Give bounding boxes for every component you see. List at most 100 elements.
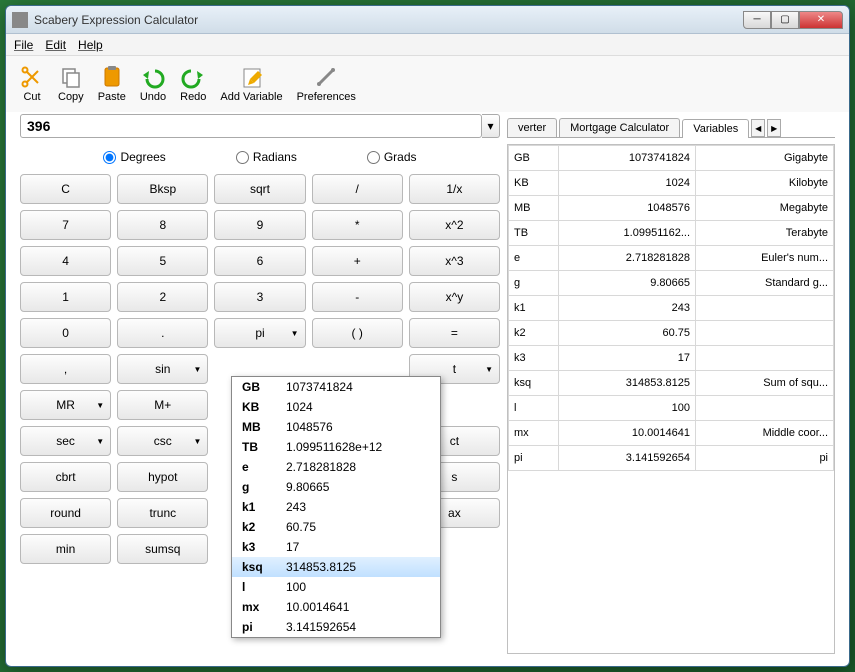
key-9[interactable]: 9 (214, 210, 305, 240)
preferences-button[interactable]: Preferences (297, 65, 356, 103)
chevron-down-icon: ▼ (193, 365, 201, 374)
radians-radio[interactable]: Radians (236, 150, 297, 164)
dropdown-item[interactable]: pi3.141592654 (232, 617, 440, 637)
table-row[interactable]: g9.80665Standard g... (509, 271, 834, 296)
dropdown-item[interactable]: k317 (232, 537, 440, 557)
menu-file[interactable]: File (14, 38, 33, 52)
key-cbrt[interactable]: cbrt (20, 462, 111, 492)
table-row[interactable]: ksq314853.8125Sum of squ... (509, 371, 834, 396)
key-round[interactable]: round (20, 498, 111, 528)
close-button[interactable]: ✕ (799, 11, 843, 29)
dropdown-item[interactable]: e2.718281828 (232, 457, 440, 477)
expression-input[interactable] (20, 114, 482, 138)
key-2[interactable]: 2 (117, 282, 208, 312)
key-8[interactable]: 8 (117, 210, 208, 240)
tab-mortgage[interactable]: Mortgage Calculator (559, 118, 680, 137)
chevron-down-icon: ▼ (291, 329, 299, 338)
table-row[interactable]: MB1048576Megabyte (509, 196, 834, 221)
table-row[interactable]: l100 (509, 396, 834, 421)
grads-radio[interactable]: Grads (367, 150, 417, 164)
paste-button[interactable]: Paste (98, 65, 126, 103)
key-3[interactable]: 3 (214, 282, 305, 312)
key-0[interactable]: 0 (20, 318, 111, 348)
key-mr[interactable]: MR▼ (20, 390, 111, 420)
table-row[interactable]: k260.75 (509, 321, 834, 346)
key-1[interactable]: 1 (20, 282, 111, 312)
key-mplus[interactable]: M+ (117, 390, 208, 420)
key-c[interactable]: C (20, 174, 111, 204)
cut-button[interactable]: Cut (20, 65, 44, 103)
scissors-icon (20, 65, 44, 89)
key-add[interactable]: + (312, 246, 403, 276)
expression-dropdown-button[interactable]: ▾ (482, 114, 500, 138)
toolbar: Cut Copy Paste Undo Redo Add Variable Pr… (6, 56, 849, 112)
dropdown-item[interactable]: k1243 (232, 497, 440, 517)
table-row[interactable]: GB1073741824Gigabyte (509, 146, 834, 171)
menu-edit[interactable]: Edit (45, 38, 66, 52)
dropdown-item[interactable]: mx10.0014641 (232, 597, 440, 617)
right-panel: verter Mortgage Calculator Variables ◀ ▶… (506, 114, 835, 654)
tab-variables[interactable]: Variables (682, 119, 749, 138)
dropdown-item[interactable]: KB1024 (232, 397, 440, 417)
key-hypot[interactable]: hypot (117, 462, 208, 492)
dropdown-item[interactable]: TB1.099511628e+12 (232, 437, 440, 457)
key-comma[interactable]: , (20, 354, 111, 384)
titlebar[interactable]: Scabery Expression Calculator ─ ▢ ✕ (6, 6, 849, 34)
key-min[interactable]: min (20, 534, 111, 564)
table-row[interactable]: pi3.141592654pi (509, 446, 834, 471)
key-inv[interactable]: 1/x (409, 174, 500, 204)
dropdown-item[interactable]: g9.80665 (232, 477, 440, 497)
key-bksp[interactable]: Bksp (117, 174, 208, 204)
dropdown-item[interactable]: MB1048576 (232, 417, 440, 437)
table-row[interactable]: e2.718281828Euler's num... (509, 246, 834, 271)
minimize-button[interactable]: ─ (743, 11, 771, 29)
dropdown-item[interactable]: ksq314853.8125 (232, 557, 440, 577)
tab-bar: verter Mortgage Calculator Variables ◀ ▶ (507, 114, 835, 138)
clipboard-icon (100, 65, 124, 89)
key-div[interactable]: / (312, 174, 403, 204)
key-sub[interactable]: - (312, 282, 403, 312)
menu-help[interactable]: Help (78, 38, 103, 52)
variables-table[interactable]: GB1073741824GigabyteKB1024KilobyteMB1048… (507, 144, 835, 654)
key-x3[interactable]: x^3 (409, 246, 500, 276)
degrees-radio[interactable]: Degrees (103, 150, 165, 164)
add-variable-button[interactable]: Add Variable (220, 65, 282, 103)
pi-dropdown-menu[interactable]: GB1073741824KB1024MB1048576TB1.099511628… (231, 376, 441, 638)
redo-icon (181, 65, 205, 89)
key-trunc[interactable]: trunc (117, 498, 208, 528)
chevron-down-icon: ▼ (96, 437, 104, 446)
dropdown-item[interactable]: k260.75 (232, 517, 440, 537)
dropdown-item[interactable]: l100 (232, 577, 440, 597)
key-pi[interactable]: pi▼ (214, 318, 305, 348)
copy-button[interactable]: Copy (58, 65, 84, 103)
key-sumsq[interactable]: sumsq (117, 534, 208, 564)
key-xy[interactable]: x^y (409, 282, 500, 312)
chevron-down-icon: ▼ (193, 437, 201, 446)
table-row[interactable]: KB1024Kilobyte (509, 171, 834, 196)
key-mul[interactable]: * (312, 210, 403, 240)
key-dot[interactable]: . (117, 318, 208, 348)
angle-mode-group: Degrees Radians Grads (20, 146, 500, 174)
table-row[interactable]: k1243 (509, 296, 834, 321)
tab-scroll-right[interactable]: ▶ (767, 119, 781, 137)
key-eq[interactable]: = (409, 318, 500, 348)
key-x2[interactable]: x^2 (409, 210, 500, 240)
key-6[interactable]: 6 (214, 246, 305, 276)
key-5[interactable]: 5 (117, 246, 208, 276)
key-7[interactable]: 7 (20, 210, 111, 240)
redo-button[interactable]: Redo (180, 65, 206, 103)
table-row[interactable]: TB1.09951162...Terabyte (509, 221, 834, 246)
key-csc[interactable]: csc▼ (117, 426, 208, 456)
key-sqrt[interactable]: sqrt (214, 174, 305, 204)
maximize-button[interactable]: ▢ (771, 11, 799, 29)
dropdown-item[interactable]: GB1073741824 (232, 377, 440, 397)
tab-verter[interactable]: verter (507, 118, 557, 137)
key-par[interactable]: ( ) (312, 318, 403, 348)
key-4[interactable]: 4 (20, 246, 111, 276)
tab-scroll-left[interactable]: ◀ (751, 119, 765, 137)
key-sin[interactable]: sin▼ (117, 354, 208, 384)
key-sec[interactable]: sec▼ (20, 426, 111, 456)
table-row[interactable]: k317 (509, 346, 834, 371)
table-row[interactable]: mx10.0014641Middle coor... (509, 421, 834, 446)
undo-button[interactable]: Undo (140, 65, 166, 103)
